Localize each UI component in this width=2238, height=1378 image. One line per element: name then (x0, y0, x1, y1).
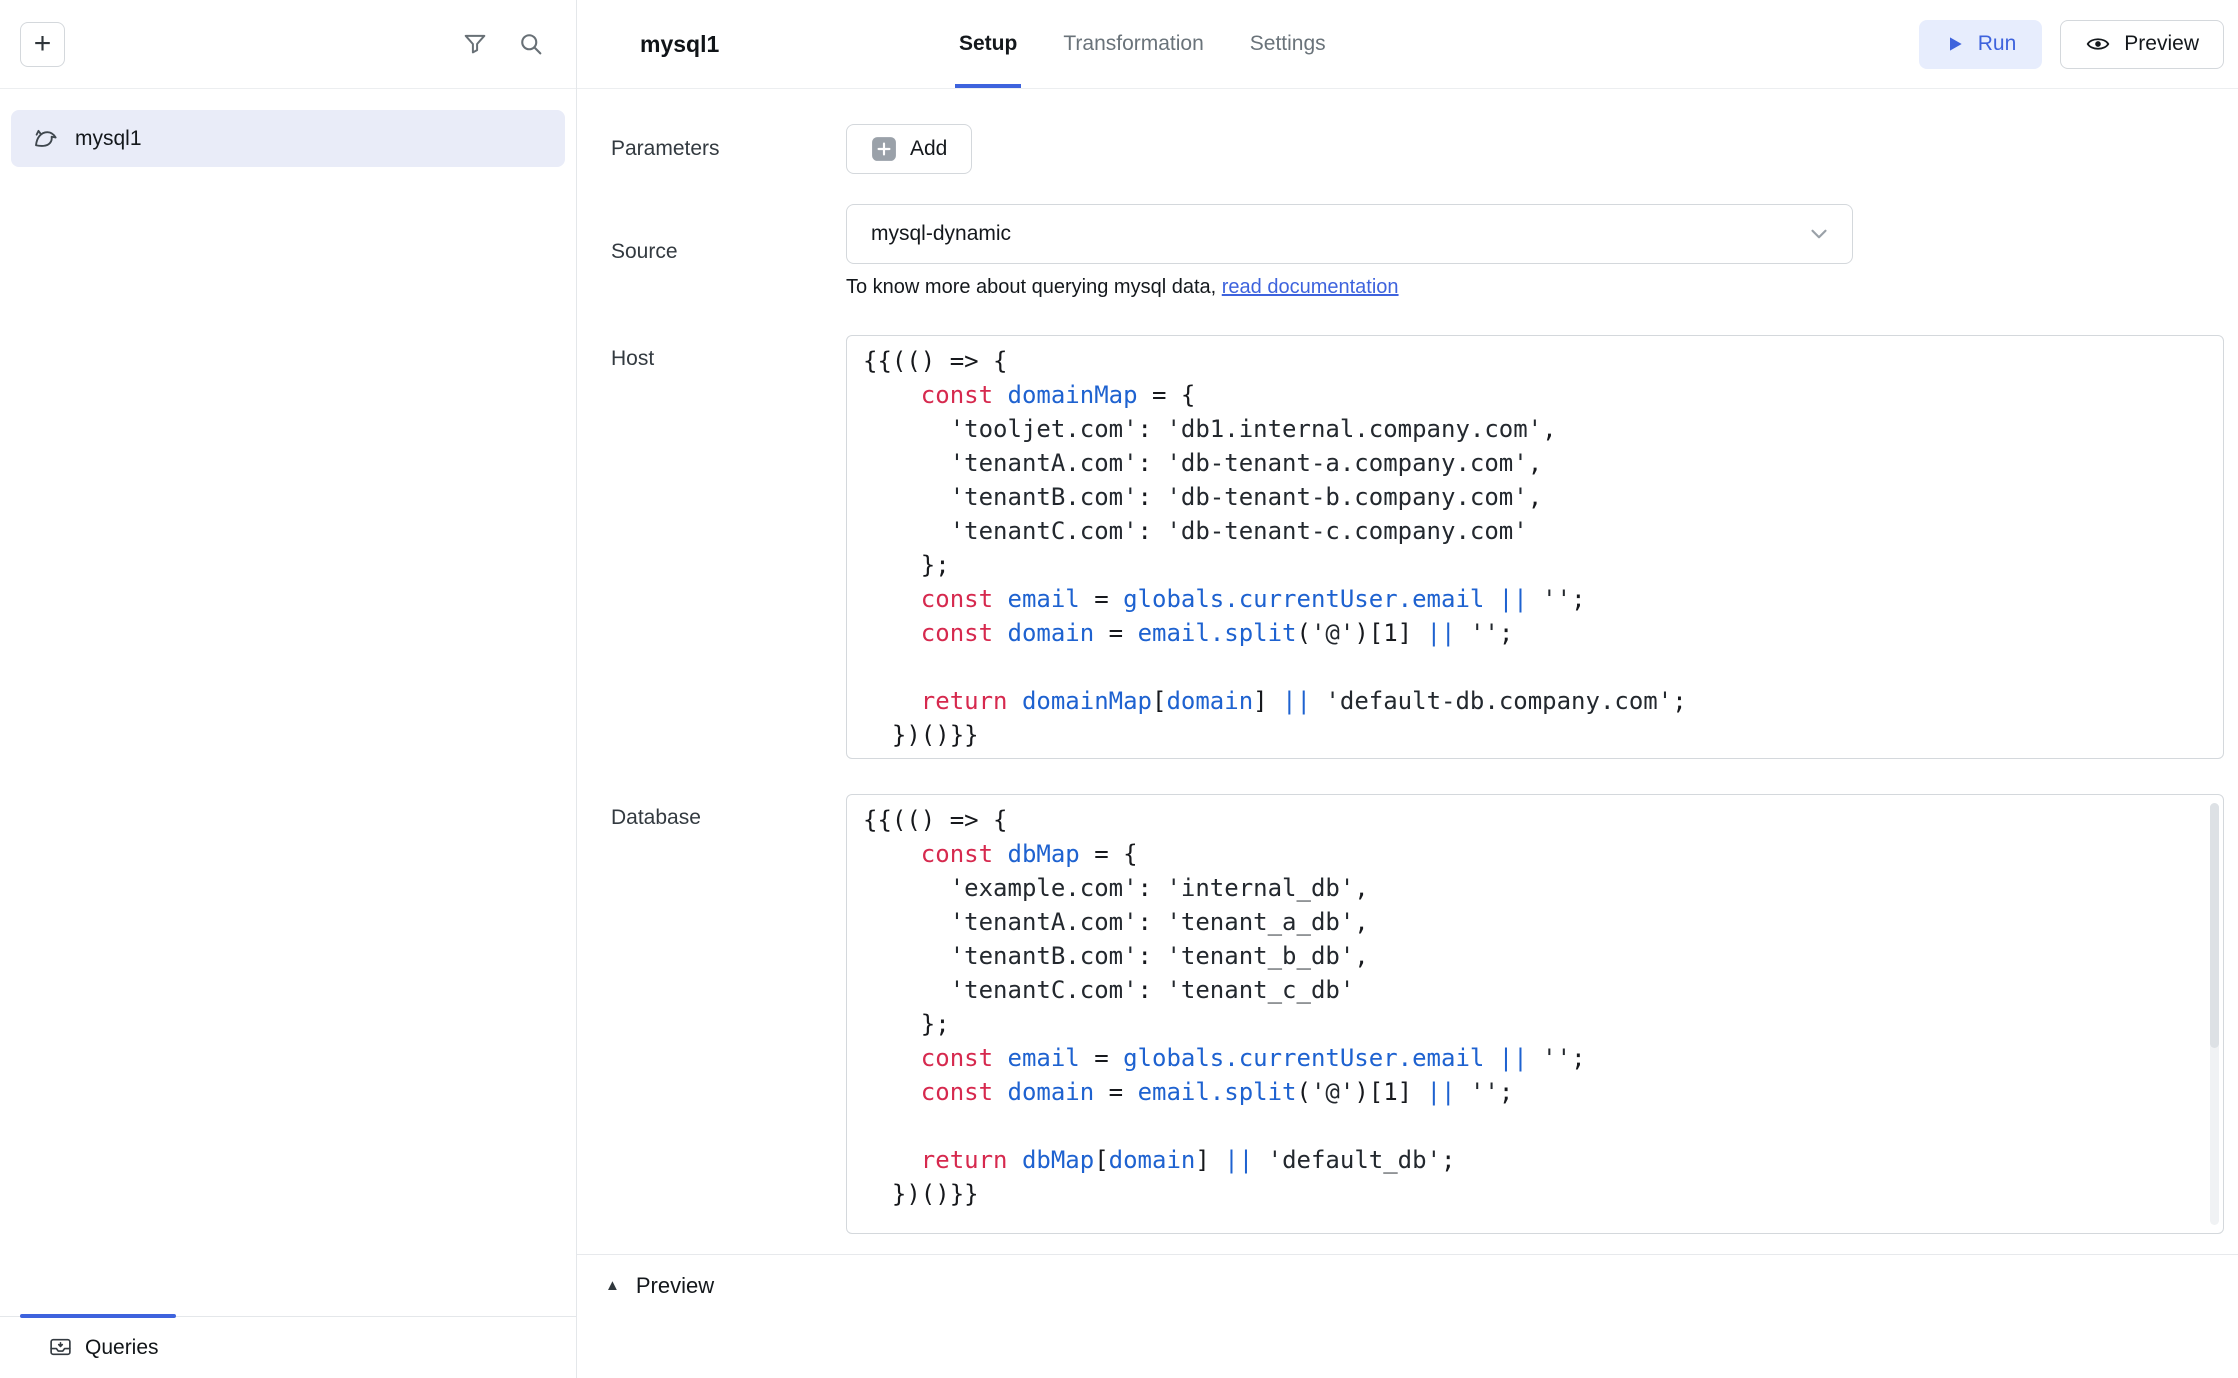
query-list: mysql1 (0, 89, 576, 1316)
database-row: Database {{(() => { const dbMap = { 'exa… (611, 794, 2224, 1234)
tab-settings-label: Settings (1250, 32, 1326, 56)
sidebar-header: + (0, 0, 576, 89)
query-editor-panel: mysql1 Setup Transformation Settings Run… (577, 0, 2238, 1378)
run-button[interactable]: Run (1919, 20, 2043, 69)
parameters-row: Parameters Add (611, 124, 2224, 174)
query-title: mysql1 (640, 31, 719, 58)
filter-icon (461, 30, 489, 58)
setup-form: Parameters Add Source mysql-dynamic To k… (577, 89, 2238, 1254)
read-documentation-link[interactable]: read documentation (1222, 276, 1399, 298)
scrollbar-thumb[interactable] (2210, 803, 2219, 1048)
chevron-down-icon (1806, 221, 1832, 247)
source-row: Source mysql-dynamic To know more about … (611, 204, 2224, 299)
source-selected-value: mysql-dynamic (871, 222, 1011, 246)
query-editor-header: mysql1 Setup Transformation Settings Run… (577, 0, 2238, 89)
database-code-editor[interactable]: {{(() => { const dbMap = { 'example.com'… (846, 794, 2224, 1234)
host-code-editor[interactable]: {{(() => { const domainMap = { 'tooljet.… (846, 335, 2224, 759)
database-label: Database (611, 794, 846, 1234)
app-window: + mysql1 (0, 0, 2238, 1378)
plus-square-icon (871, 136, 897, 162)
tab-setup[interactable]: Setup (955, 0, 1021, 88)
add-parameter-label: Add (910, 137, 947, 161)
search-icon (517, 30, 545, 58)
mysql-icon (31, 124, 61, 154)
editor-tabs: Setup Transformation Settings (955, 0, 1330, 88)
query-sidebar: + mysql1 (0, 0, 577, 1378)
collapse-caret-icon[interactable]: ▲ (605, 1278, 620, 1293)
host-label: Host (611, 335, 846, 759)
source-label: Source (611, 240, 846, 264)
active-panel-indicator (20, 1314, 176, 1318)
parameters-label: Parameters (611, 137, 846, 161)
source-helper-text: To know more about querying mysql data, … (846, 276, 1853, 299)
source-field: mysql-dynamic To know more about queryin… (846, 204, 1853, 299)
tab-transformation-label: Transformation (1063, 32, 1203, 56)
queries-icon (48, 1335, 73, 1360)
search-button[interactable] (516, 29, 546, 59)
preview-section-label[interactable]: Preview (636, 1273, 714, 1299)
scrollbar-track[interactable] (2210, 803, 2219, 1225)
header-actions: Run Preview (1919, 20, 2224, 69)
run-button-label: Run (1978, 32, 2017, 56)
plus-icon: + (34, 29, 52, 59)
query-list-item-mysql1[interactable]: mysql1 (11, 110, 565, 167)
queries-panel-label[interactable]: Queries (85, 1336, 159, 1360)
play-icon (1945, 34, 1965, 54)
source-select[interactable]: mysql-dynamic (846, 204, 1853, 264)
tab-transformation[interactable]: Transformation (1059, 0, 1207, 88)
tab-settings[interactable]: Settings (1246, 0, 1330, 88)
add-query-button[interactable]: + (20, 22, 65, 67)
host-row: Host {{(() => { const domainMap = { 'too… (611, 335, 2224, 759)
queries-panel-tab-bar: Queries (0, 1316, 576, 1378)
query-item-label: mysql1 (75, 127, 142, 151)
eye-icon (2085, 31, 2111, 57)
add-parameter-button[interactable]: Add (846, 124, 972, 174)
tab-setup-label: Setup (959, 32, 1017, 56)
preview-button-label: Preview (2124, 32, 2199, 56)
preview-button[interactable]: Preview (2060, 20, 2224, 69)
filter-button[interactable] (460, 29, 490, 59)
preview-section-header: ▲ Preview (577, 1254, 2238, 1316)
helper-prefix: To know more about querying mysql data, (846, 276, 1222, 298)
